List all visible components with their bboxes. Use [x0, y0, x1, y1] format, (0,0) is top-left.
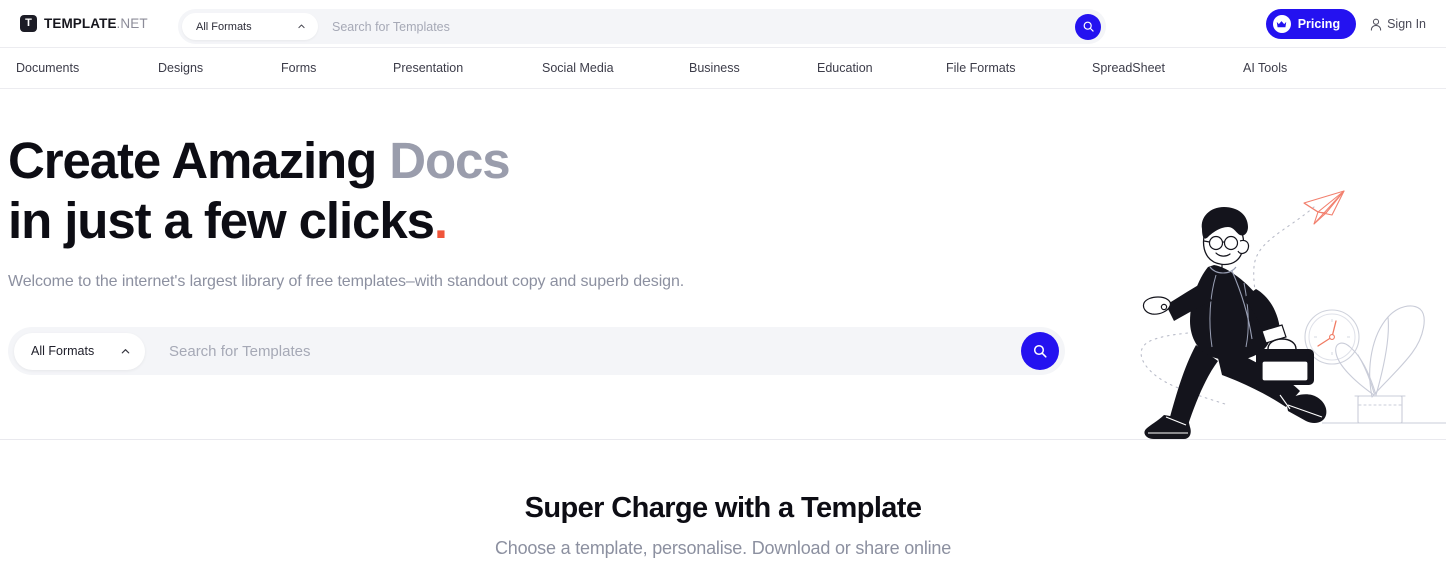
top-bar: T TEMPLATE.NET All Formats Pri: [0, 0, 1446, 48]
chevron-up-icon: [298, 24, 305, 29]
crown-icon: [1272, 15, 1291, 33]
hero-title-dark: Create Amazing: [8, 132, 390, 189]
wall-clock: [1304, 309, 1360, 365]
templates-section: Super Charge with a Template Choose a te…: [0, 440, 1446, 559]
nav-item-business[interactable]: Business: [689, 61, 740, 75]
hero-title-period: .: [433, 191, 448, 249]
nav-items-container: Documents Designs Forms Presentation Social …: [0, 48, 1446, 89]
paper-plane-icon: [1303, 190, 1345, 225]
section-title: Super Charge with a Template: [524, 492, 922, 524]
sign-in-button[interactable]: Sign In: [1370, 17, 1426, 31]
page-title: Create Amazing Docs in just a few clicks…: [8, 131, 1098, 250]
hero-search-input[interactable]: [145, 342, 1021, 360]
nav-item-presentation[interactable]: Presentation: [393, 61, 463, 75]
potted-plant: [1335, 305, 1425, 424]
section-subtitle: Choose a template, personalise. Download…: [494, 538, 952, 558]
crown-glyph-icon: [1276, 20, 1287, 27]
user-icon: [1370, 18, 1382, 31]
running-man: [1142, 207, 1327, 439]
hero-search-button[interactable]: [1021, 332, 1059, 371]
nav-item-spreadsheet[interactable]: SpreadSheet: [1092, 61, 1165, 75]
search-icon: [1083, 21, 1094, 32]
pricing-button-label: Pricing: [1297, 17, 1341, 31]
pricing-button[interactable]: Pricing: [1265, 9, 1357, 39]
header-format-label: All Formats: [196, 20, 252, 33]
hero-format-label: All Formats: [31, 344, 95, 359]
hero-search-bar: All Formats: [8, 327, 1065, 376]
dotted-flight-path: [1140, 206, 1315, 406]
hero-title-line2: in just a few clicks: [8, 191, 435, 249]
header-search-input[interactable]: [318, 19, 1075, 34]
nav-item-education[interactable]: Education: [817, 61, 873, 75]
hero-format-selector[interactable]: All Formats: [14, 332, 145, 370]
nav-item-file-formats[interactable]: File Formats: [946, 61, 1015, 75]
brand-name-tld: .NET: [116, 16, 148, 31]
logo-mark-icon: T: [20, 15, 37, 32]
header-search-bar: All Formats: [178, 9, 1106, 44]
nav-item-ai-tools[interactable]: AI Tools: [1243, 61, 1287, 75]
header-search-button[interactable]: [1075, 13, 1101, 40]
hero-title-highlight: Docs: [389, 132, 510, 189]
brand-logo[interactable]: T TEMPLATE.NET: [20, 15, 160, 32]
nav-item-documents[interactable]: Documents: [16, 61, 79, 75]
sign-in-label: Sign In: [1387, 17, 1426, 31]
hero-title-line1: Create Amazing Docs: [8, 132, 511, 189]
chevron-up-icon: [121, 348, 130, 354]
main-navigation: Documents Designs Forms Presentation Social …: [0, 48, 1446, 89]
search-icon: [1033, 345, 1047, 358]
nav-item-forms[interactable]: Forms: [281, 61, 316, 75]
header-actions: Pricing Sign In: [1265, 0, 1426, 48]
hero-subtitle: Welcome to the internet's largest librar…: [8, 273, 685, 291]
hero-illustration: [1140, 190, 1446, 439]
nav-item-designs[interactable]: Designs: [158, 61, 203, 75]
brand-name-bold: TEMPLATE: [44, 16, 117, 31]
hero-content: Create Amazing Docs in just a few clicks…: [8, 89, 1098, 376]
brand-name: TEMPLATE.NET: [44, 16, 148, 31]
header-format-selector[interactable]: All Formats: [182, 13, 318, 40]
nav-item-social-media[interactable]: Social Media: [542, 61, 614, 75]
hero-section: Create Amazing Docs in just a few clicks…: [0, 89, 1446, 440]
